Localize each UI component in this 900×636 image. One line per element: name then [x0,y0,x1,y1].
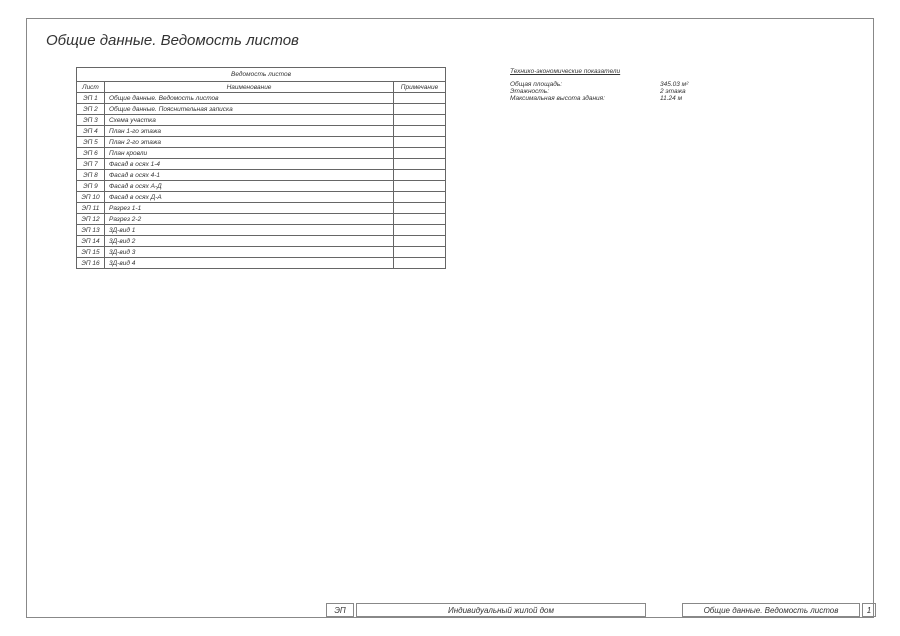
cell-note [394,137,446,148]
table-row: ЭП 163Д-вид 4 [77,258,446,269]
table-row: ЭП 143Д-вид 2 [77,236,446,247]
table-header-row: Лист Наименование Примечание [77,82,446,93]
cell-num: ЭП 10 [77,192,105,203]
cell-name: Фасад в осях А-Д [104,181,393,192]
footer-code: ЭП [326,603,354,617]
table-row: ЭП 153Д-вид 3 [77,247,446,258]
tech-title: Технико-экономические показатели [510,68,720,75]
cell-note [394,104,446,115]
table-row: ЭП 10Фасад в осях Д-А [77,192,446,203]
tech-label: Общая площадь: [510,81,660,88]
tech-value: 11.24 м [660,95,720,102]
cell-num: ЭП 11 [77,203,105,214]
table-row: ЭП 1Общие данные. Ведомость листов [77,93,446,104]
tech-label: Этажность: [510,88,660,95]
page-title: Общие данные. Ведомость листов [46,32,299,49]
cell-note [394,148,446,159]
cell-name: Разрез 2-2 [104,214,393,225]
cell-name: 3Д-вид 1 [104,225,393,236]
cell-name: Фасад в осях 1-4 [104,159,393,170]
cell-note [394,192,446,203]
table-row: ЭП 4План 1-го этажа [77,126,446,137]
col-header-name: Наименование [104,82,393,93]
tech-indicators: Технико-экономические показатели Общая п… [510,68,720,102]
cell-note [394,170,446,181]
cell-name: План 1-го этажа [104,126,393,137]
col-header-num: Лист [77,82,105,93]
footer-sheet-name: Общие данные. Ведомость листов [682,603,860,617]
table-row: ЭП 133Д-вид 1 [77,225,446,236]
title-block-footer: ЭП Индивидуальный жилой дом Общие данные… [0,603,900,617]
cell-name: Общие данные. Пояснительная записка [104,104,393,115]
col-header-note: Примечание [394,82,446,93]
cell-note [394,203,446,214]
cell-note [394,258,446,269]
sheet-list-table: Ведомость листов Лист Наименование Приме… [76,67,446,269]
cell-num: ЭП 7 [77,159,105,170]
cell-num: ЭП 14 [77,236,105,247]
cell-name: 3Д-вид 3 [104,247,393,258]
cell-num: ЭП 2 [77,104,105,115]
cell-note [394,159,446,170]
tech-row: Максимальная высота здания:11.24 м [510,95,720,102]
tech-value: 345.03 м² [660,81,720,88]
tech-row: Общая площадь:345.03 м² [510,81,720,88]
cell-num: ЭП 9 [77,181,105,192]
table-row: ЭП 3Схема участка [77,115,446,126]
table-caption: Ведомость листов [77,68,446,82]
table-row: ЭП 12Разрез 2-2 [77,214,446,225]
cell-note [394,247,446,258]
cell-num: ЭП 13 [77,225,105,236]
cell-note [394,126,446,137]
cell-name: Разрез 1-1 [104,203,393,214]
cell-num: ЭП 16 [77,258,105,269]
table-row: ЭП 9Фасад в осях А-Д [77,181,446,192]
cell-num: ЭП 6 [77,148,105,159]
table-row: ЭП 2Общие данные. Пояснительная записка [77,104,446,115]
table-row: ЭП 5План 2-го этажа [77,137,446,148]
cell-name: Общие данные. Ведомость листов [104,93,393,104]
table-row: ЭП 6План кровли [77,148,446,159]
cell-num: ЭП 8 [77,170,105,181]
cell-num: ЭП 15 [77,247,105,258]
cell-note [394,225,446,236]
cell-name: Фасад в осях Д-А [104,192,393,203]
cell-note [394,214,446,225]
cell-num: ЭП 5 [77,137,105,148]
table-row: ЭП 7Фасад в осях 1-4 [77,159,446,170]
cell-num: ЭП 12 [77,214,105,225]
footer-project: Индивидуальный жилой дом [356,603,646,617]
tech-value: 2 этажа [660,88,720,95]
cell-name: 3Д-вид 4 [104,258,393,269]
footer-page: 1 [862,603,876,617]
cell-note [394,181,446,192]
table-caption-row: Ведомость листов [77,68,446,82]
table-row: ЭП 11Разрез 1-1 [77,203,446,214]
cell-num: ЭП 3 [77,115,105,126]
cell-num: ЭП 1 [77,93,105,104]
cell-name: 3Д-вид 2 [104,236,393,247]
tech-label: Максимальная высота здания: [510,95,660,102]
cell-name: Схема участка [104,115,393,126]
cell-num: ЭП 4 [77,126,105,137]
cell-note [394,236,446,247]
cell-name: Фасад в осях 4-1 [104,170,393,181]
table-row: ЭП 8Фасад в осях 4-1 [77,170,446,181]
cell-name: План 2-го этажа [104,137,393,148]
cell-name: План кровли [104,148,393,159]
tech-row: Этажность:2 этажа [510,88,720,95]
cell-note [394,115,446,126]
cell-note [394,93,446,104]
